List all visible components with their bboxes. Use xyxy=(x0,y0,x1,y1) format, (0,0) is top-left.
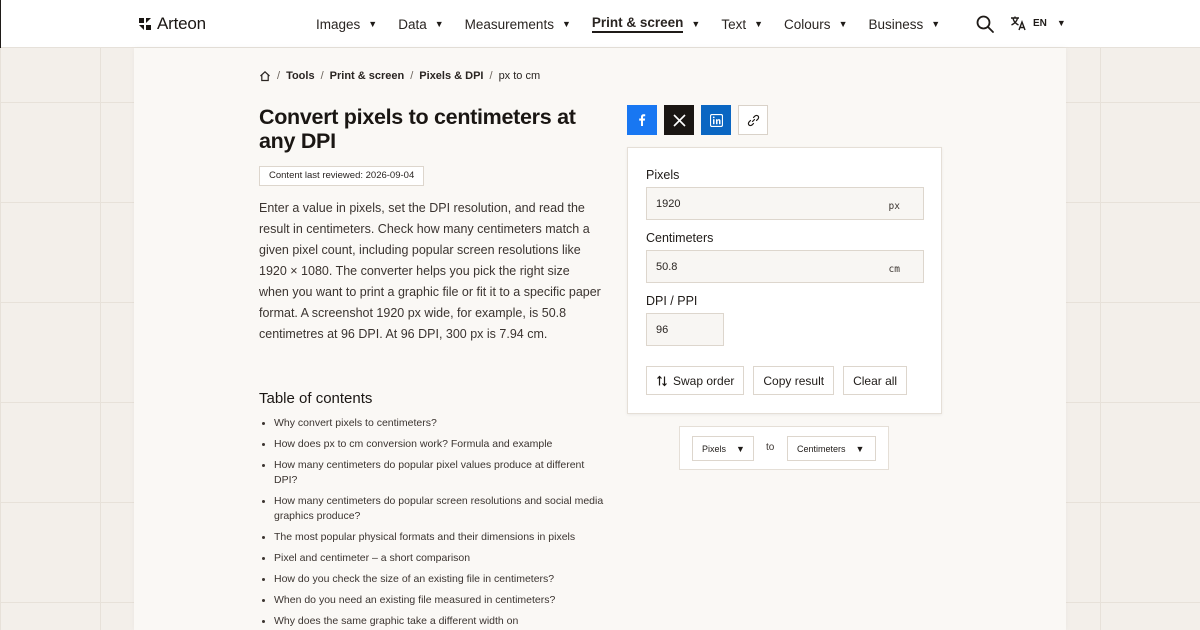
nav-item-colours[interactable]: Colours ▼ xyxy=(784,0,847,48)
toc-item[interactable]: How does px to cm conversion work? Formu… xyxy=(259,437,604,452)
breadcrumb-print-screen[interactable]: Print & screen xyxy=(330,70,405,82)
breadcrumb-current: px to cm xyxy=(498,70,541,82)
share-x-button[interactable] xyxy=(664,105,694,135)
dpi-label: DPI / PPI xyxy=(646,294,698,308)
centimeters-input[interactable]: 50.8 cm xyxy=(646,250,924,283)
chevron-down-icon: ▼ xyxy=(855,443,865,454)
from-unit-value: Pixels xyxy=(702,443,727,454)
toc-item[interactable]: How do you check the size of an existing… xyxy=(259,572,604,587)
from-unit-select[interactable]: Pixels ▼ xyxy=(692,436,754,461)
table-of-contents: Why convert pixels to centimeters? How d… xyxy=(259,416,604,630)
pixels-unit: px xyxy=(888,201,900,212)
copy-result-label: Copy result xyxy=(763,373,825,388)
converter-actions: Swap order Copy result Clear all xyxy=(646,366,908,395)
brand-name: Arteon xyxy=(157,14,206,33)
share-buttons xyxy=(627,105,768,135)
x-icon xyxy=(672,113,686,127)
clear-all-button[interactable]: Clear all xyxy=(843,366,908,395)
intro-paragraph: Enter a value in pixels, set the DPI res… xyxy=(259,201,601,341)
chevron-down-icon: ▼ xyxy=(838,19,848,29)
breadcrumb-separator: / xyxy=(320,70,324,82)
nav-label: Print & screen xyxy=(591,15,684,33)
to-label: to xyxy=(766,442,775,453)
swap-icon xyxy=(657,375,667,386)
nav-item-images[interactable]: Images ▼ xyxy=(316,0,377,48)
chevron-down-icon: ▼ xyxy=(1056,18,1066,28)
breadcrumb-tools[interactable]: Tools xyxy=(286,70,315,82)
copy-result-button[interactable]: Copy result xyxy=(753,366,835,395)
nav-item-measurements[interactable]: Measurements ▼ xyxy=(465,0,571,48)
swap-order-button[interactable]: Swap order xyxy=(646,366,745,395)
breadcrumb-pixels-dpi[interactable]: Pixels & DPI xyxy=(419,70,483,82)
copy-link-button[interactable] xyxy=(738,105,768,135)
page-title: Convert pixels to centimeters at any DPI xyxy=(259,105,576,153)
nav-label: Measurements xyxy=(464,16,554,32)
arteon-logo-icon xyxy=(139,18,151,30)
pixels-value: 1920 xyxy=(656,198,681,210)
centimeters-value: 50.8 xyxy=(656,261,678,273)
toc-item[interactable]: Why convert pixels to centimeters? xyxy=(259,416,604,431)
chevron-down-icon: ▼ xyxy=(434,19,444,29)
to-unit-select[interactable]: Centimeters ▼ xyxy=(787,436,876,461)
toc-item[interactable]: Why does the same graphic take a differe… xyxy=(259,614,604,629)
toc-item[interactable]: Pixel and centimeter – a short compariso… xyxy=(259,551,604,566)
breadcrumb-separator: / xyxy=(489,70,493,82)
main-nav: Images ▼ Data ▼ Measurements ▼ Print & s… xyxy=(316,0,961,48)
to-unit-value: Centimeters xyxy=(797,443,846,454)
centimeters-label: Centimeters xyxy=(646,231,714,245)
converter-panel: Pixels 1920 px Centimeters 50.8 cm DPI /… xyxy=(627,147,942,414)
share-linkedin-button[interactable] xyxy=(701,105,731,135)
toc-item[interactable]: How many centimeters do popular pixel va… xyxy=(259,458,604,488)
breadcrumb: / Tools / Print & screen / Pixels & DPI … xyxy=(259,70,540,82)
dpi-value: 96 xyxy=(656,324,669,336)
toc-item[interactable]: How many centimeters do popular screen r… xyxy=(259,494,604,524)
reviewed-badge: Content last reviewed: 2026-09-04 xyxy=(259,166,425,186)
nav-item-print-screen[interactable]: Print & screen ▼ xyxy=(591,0,701,48)
clear-all-label: Clear all xyxy=(853,373,898,388)
chevron-down-icon: ▼ xyxy=(931,19,941,29)
nav-item-data[interactable]: Data ▼ xyxy=(398,0,443,48)
swap-order-label: Swap order xyxy=(673,373,735,388)
chevron-down-icon: ▼ xyxy=(754,19,764,29)
chevron-down-icon: ▼ xyxy=(691,19,701,29)
window-edge xyxy=(0,0,1,48)
share-facebook-button[interactable] xyxy=(627,105,657,135)
nav-item-business[interactable]: Business ▼ xyxy=(868,0,940,48)
toc-item[interactable]: The most popular physical formats and th… xyxy=(259,530,604,545)
nav-label: Images xyxy=(316,16,361,32)
translate-icon xyxy=(1011,16,1026,31)
toc-item[interactable]: When do you need an existing file measur… xyxy=(259,593,604,608)
link-icon xyxy=(747,114,759,126)
nav-label: Text xyxy=(721,16,747,32)
pixels-input[interactable]: 1920 px xyxy=(646,187,924,220)
linkedin-icon xyxy=(709,113,723,127)
pixels-label: Pixels xyxy=(646,168,680,182)
nav-item-text[interactable]: Text ▼ xyxy=(721,0,763,48)
main-content: / Tools / Print & screen / Pixels & DPI … xyxy=(134,48,1066,630)
home-icon[interactable] xyxy=(259,70,271,82)
language-selector[interactable]: EN ▼ xyxy=(1010,15,1066,31)
nav-label: Colours xyxy=(784,16,831,32)
facebook-icon xyxy=(639,114,646,126)
dpi-input[interactable]: 96 xyxy=(646,313,724,346)
nav-label: Business xyxy=(868,16,924,32)
top-navigation-bar: Arteon Images ▼ Data ▼ Measurements ▼ Pr… xyxy=(0,0,1200,48)
unit-selector-bar: Pixels ▼ to Centimeters ▼ xyxy=(679,426,889,470)
search-icon[interactable] xyxy=(975,14,995,34)
brand-logo[interactable]: Arteon xyxy=(137,14,206,34)
chevron-down-icon: ▼ xyxy=(368,19,378,29)
breadcrumb-separator: / xyxy=(410,70,414,82)
chevron-down-icon: ▼ xyxy=(561,19,571,29)
nav-label: Data xyxy=(398,16,427,32)
centimeters-unit: cm xyxy=(888,264,900,275)
breadcrumb-separator: / xyxy=(277,70,281,82)
language-code: EN xyxy=(1033,17,1047,29)
toc-heading: Table of contents xyxy=(259,390,373,407)
chevron-down-icon: ▼ xyxy=(736,443,745,454)
